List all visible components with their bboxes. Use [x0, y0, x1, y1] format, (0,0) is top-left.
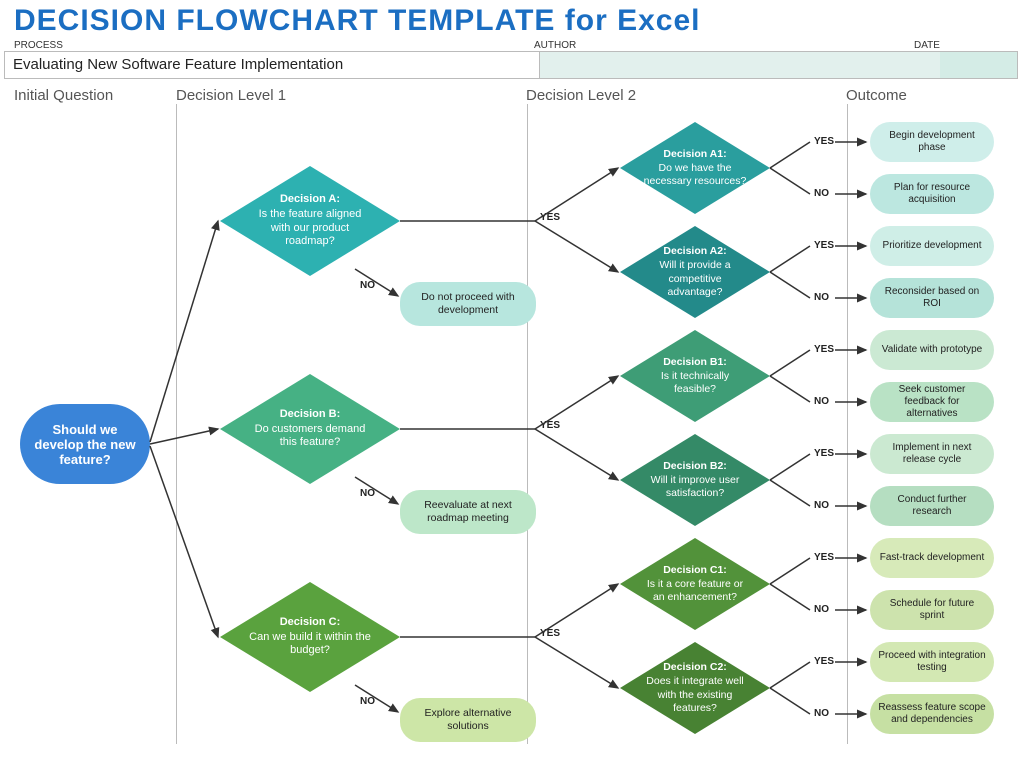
label-no: NO [814, 604, 829, 615]
decision-c: Decision C:Can we build it within the bu… [220, 582, 400, 692]
section-initial: Initial Question [14, 87, 176, 104]
outcome-a1-yes: Begin development phase [870, 122, 994, 162]
outcome-b1-no: Seek customer feedback for alternatives [870, 382, 994, 422]
flowchart-canvas: Should we develop the new feature? Decis… [0, 104, 1022, 764]
separator [527, 104, 528, 744]
separator [176, 104, 177, 744]
label-yes: YES [814, 552, 834, 563]
decision-a-no-outcome: Do not proceed with development [400, 282, 536, 326]
section-outcome: Outcome [846, 87, 1008, 104]
label-process: PROCESS [14, 40, 534, 51]
label-no: NO [814, 396, 829, 407]
outcome-c2-no: Reassess feature scope and dependencies [870, 694, 994, 734]
label-no: NO [814, 708, 829, 719]
section-l2: Decision Level 2 [526, 87, 846, 104]
outcome-c2-yes: Proceed with integration testing [870, 642, 994, 682]
outcome-b2-no: Conduct further research [870, 486, 994, 526]
label-yes: YES [540, 628, 560, 639]
outcome-a2-no: Reconsider based on ROI [870, 278, 994, 318]
decision-c1: Decision C1:Is it a core feature or an e… [620, 538, 770, 630]
decision-c2: Decision C2:Does it integrate well with … [620, 642, 770, 734]
outcome-b1-yes: Validate with prototype [870, 330, 994, 370]
decision-a1: Decision A1:Do we have the necessary res… [620, 122, 770, 214]
label-no: NO [814, 500, 829, 511]
author-field[interactable] [540, 51, 940, 79]
decision-b1: Decision B1:Is it technically feasible? [620, 330, 770, 422]
label-no: NO [360, 488, 375, 499]
decision-a: Decision A:Is the feature aligned with o… [220, 166, 400, 276]
decision-c-no-outcome: Explore alternative solutions [400, 698, 536, 742]
decision-b2: Decision B2:Will it improve user satisfa… [620, 434, 770, 526]
field-labels: PROCESS AUTHOR DATE [0, 38, 1022, 51]
label-yes: YES [540, 212, 560, 223]
fields-row: Evaluating New Software Feature Implemen… [4, 51, 1018, 79]
section-l1: Decision Level 1 [176, 87, 526, 104]
decision-a2: Decision A2:Will it provide a competitiv… [620, 226, 770, 318]
decision-b: Decision B:Do customers demand this feat… [220, 374, 400, 484]
arrows [0, 104, 1022, 764]
label-date: DATE [914, 40, 1008, 51]
label-yes: YES [814, 240, 834, 251]
outcome-c1-no: Schedule for future sprint [870, 590, 994, 630]
decision-b-no-outcome: Reevaluate at next roadmap meeting [400, 490, 536, 534]
separator [847, 104, 848, 744]
process-field[interactable]: Evaluating New Software Feature Implemen… [4, 51, 540, 79]
initial-question: Should we develop the new feature? [20, 404, 150, 484]
label-yes: YES [540, 420, 560, 431]
label-yes: YES [814, 136, 834, 147]
outcome-c1-yes: Fast-track development [870, 538, 994, 578]
outcome-a1-no: Plan for resource acquisition [870, 174, 994, 214]
label-no: NO [360, 280, 375, 291]
label-yes: YES [814, 656, 834, 667]
label-yes: YES [814, 448, 834, 459]
section-labels: Initial Question Decision Level 1 Decisi… [0, 79, 1022, 104]
label-yes: YES [814, 344, 834, 355]
label-no: NO [814, 292, 829, 303]
label-no: NO [814, 188, 829, 199]
date-field[interactable] [940, 51, 1018, 79]
outcome-b2-yes: Implement in next release cycle [870, 434, 994, 474]
page-title: DECISION FLOWCHART TEMPLATE for Excel [0, 0, 1022, 38]
label-no: NO [360, 696, 375, 707]
label-author: AUTHOR [534, 40, 914, 51]
outcome-a2-yes: Prioritize development [870, 226, 994, 266]
